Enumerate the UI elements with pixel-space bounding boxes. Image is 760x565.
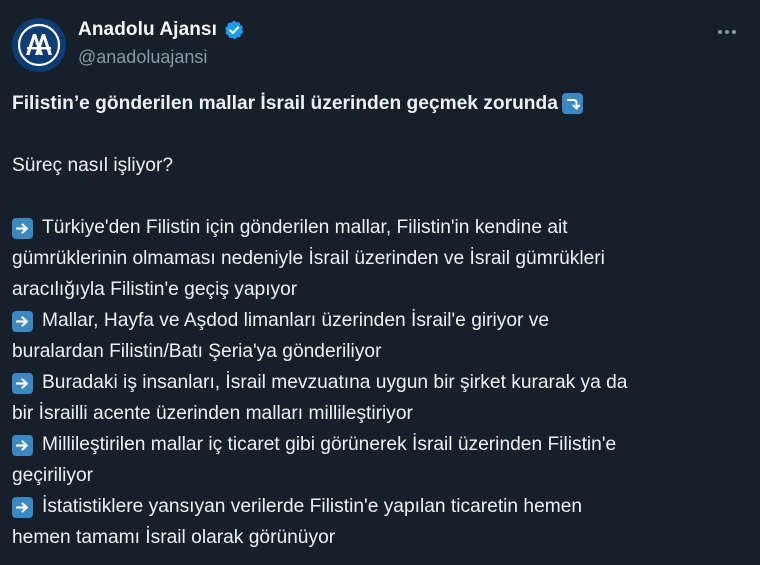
account-names: Anadolu Ajansı @anadoluajansi — [78, 19, 245, 68]
bullet-line: geçiriliyor — [12, 460, 746, 491]
bullet-line: aracılığıyla Filistin'e geçiş yapıyor — [12, 274, 746, 305]
bullet-text: aracılığıyla Filistin'e geçiş yapıyor — [12, 279, 298, 300]
bullet-text: Türkiye'den Filistin için gönderilen mal… — [42, 217, 568, 238]
arrow-right-icon — [12, 373, 33, 394]
tweet-header: Anadolu Ajansı @anadoluajansi — [12, 14, 748, 76]
arrow-right-icon — [12, 497, 33, 518]
bullet-line: Mallar, Hayfa ve Aşdod limanları üzerind… — [12, 305, 746, 336]
bullet-text: bir İsrailli acente üzerinden malları mi… — [12, 403, 413, 424]
more-dot-icon — [732, 30, 736, 34]
bullet-line: bir İsrailli acente üzerinden malları mi… — [12, 398, 746, 429]
bullet-line: gümrüklerinin olmaması nedeniyle İsrail … — [12, 243, 746, 274]
bullet-text: İstatistiklere yansıyan verilerde Filist… — [42, 496, 583, 517]
bullet-line: Buradaki iş insanları, İsrail mevzuatına… — [12, 367, 746, 398]
bullet-text: buralardan Filistin/Batı Şeria'ya gönder… — [12, 341, 382, 362]
more-dot-icon — [725, 30, 729, 34]
bullet-line: Türkiye'den Filistin için gönderilen mal… — [12, 212, 746, 243]
avatar[interactable] — [12, 18, 66, 72]
tweet-headline: Filistin’e gönderilen mallar İsrail üzer… — [12, 88, 746, 119]
bullet-text: geçiriliyor — [12, 465, 94, 486]
tweet-card: Anadolu Ajansı @anadoluajansi Filistin’e… — [0, 0, 760, 565]
aa-logo-icon — [12, 18, 66, 72]
headline-text: Filistin’e gönderilen mallar İsrail üzer… — [12, 93, 558, 114]
tweet-text: Filistin’e gönderilen mallar İsrail üzer… — [12, 88, 746, 553]
bullet-line: Millileştirilen mallar iç ticaret gibi g… — [12, 429, 746, 460]
arrow-right-icon — [12, 218, 33, 239]
bullet-text: Millileştirilen mallar iç ticaret gibi g… — [42, 434, 617, 455]
bullet-line: İstatistiklere yansıyan verilerde Filist… — [12, 491, 746, 522]
bullet-text: Mallar, Hayfa ve Aşdod limanları üzerind… — [42, 310, 550, 331]
arrow-right-icon — [12, 435, 33, 456]
bullet-line: buralardan Filistin/Batı Şeria'ya gönder… — [12, 336, 746, 367]
bullet-text: hemen tamamı İsrail olarak görünüyor — [12, 527, 336, 548]
bullet-line: hemen tamamı İsrail olarak görünüyor — [12, 522, 746, 553]
bullet-text: gümrüklerinin olmaması nedeniyle İsrail … — [12, 248, 605, 269]
account-handle[interactable]: @anadoluajansi — [78, 47, 245, 68]
more-dot-icon — [718, 30, 722, 34]
arrow-right-hook-down-icon — [561, 93, 583, 114]
arrow-right-icon — [12, 311, 33, 332]
more-options-button[interactable] — [712, 22, 742, 42]
bullet-text: Buradaki iş insanları, İsrail mevzuatına… — [42, 372, 628, 393]
display-name[interactable]: Anadolu Ajansı — [78, 19, 217, 41]
bullet-list: Türkiye'den Filistin için gönderilen mal… — [12, 212, 746, 553]
verified-badge-icon — [223, 19, 245, 41]
question-text: Süreç nasıl işliyor? — [12, 155, 174, 176]
